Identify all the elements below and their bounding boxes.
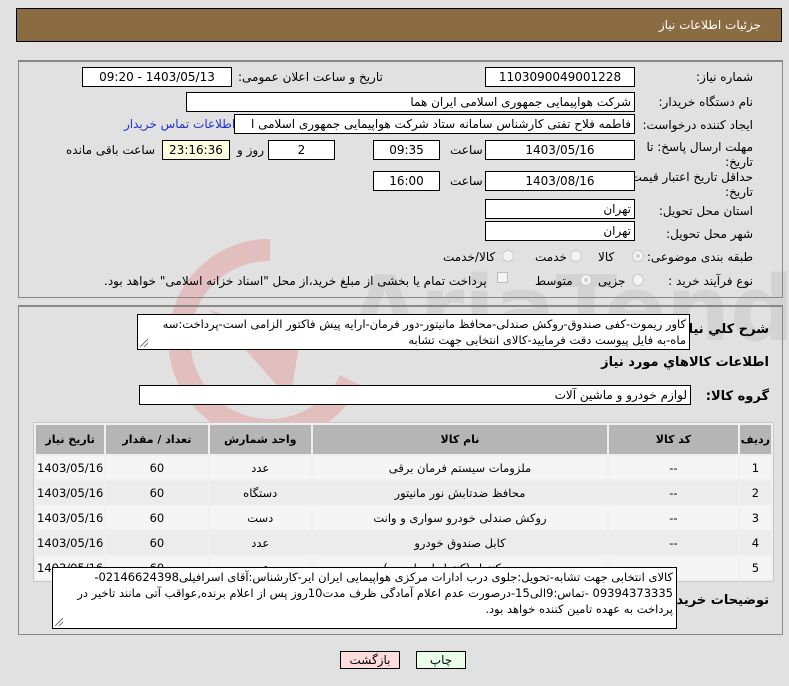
col-date: تاریخ نیاز (36, 425, 105, 454)
deadline-label: مهلت ارسال پاسخ: تا (646, 140, 753, 154)
process-option-minor: جزیی (598, 274, 626, 288)
items-table-wrap: ردیف کد کالا نام کالا واحد شمارش تعداد /… (33, 422, 774, 582)
validity-date-field: 1403/08/16 (485, 171, 635, 191)
deadline-time-field: 09:35 (373, 140, 440, 160)
days-remaining-field: 2 (268, 140, 335, 160)
buyer-org-label: نام دستگاه خریدار: (658, 95, 754, 109)
treasury-checkbox-label: پرداخت تمام یا بخشی از مبلغ خرید،از محل … (104, 274, 487, 288)
cell-row: 4 (739, 531, 771, 554)
table-row: 2 -- محافظ ضدتابش نور مانیتور دستگاه 60 1403/… (36, 481, 771, 504)
deadline-date-field: 1403/05/16 (485, 140, 635, 160)
category-option-service: خدمت (535, 250, 567, 264)
back-button[interactable]: بازگشت (340, 651, 400, 669)
process-radio-medium-visible[interactable] (580, 274, 592, 286)
cell-unit: دست (209, 506, 311, 529)
process-radio-minor[interactable] (632, 274, 644, 286)
cell-qty: 60 (106, 456, 208, 479)
description-text: کاور ریموت-کفی صندوق-روکش صندلی-محافظ ما… (162, 317, 686, 347)
col-name: نام کالا (312, 425, 608, 454)
cell-name: محافظ ضدتابش نور مانیتور (312, 481, 608, 504)
category-label: طبقه بندی موضوعی: (646, 250, 753, 264)
time-remaining-field: 23:16:36 (162, 140, 230, 160)
table-row: 4 -- کابل صندوق خودرو عدد 60 1403/05/16 (36, 531, 771, 554)
col-row: ردیف (739, 425, 771, 454)
description-textarea[interactable]: کاور ریموت-کفی صندوق-روکش صندلی-محافظ ما… (137, 314, 690, 350)
deadline-time-label: ساعت (450, 143, 483, 157)
cell-code: -- (609, 481, 738, 504)
city-field: تهران (485, 221, 635, 241)
treasury-checkbox[interactable] (497, 272, 508, 283)
cell-date: 1403/05/16 (36, 456, 105, 479)
buyer-contact-link[interactable]: اطلاعات تماس خریدار (124, 117, 235, 131)
city-label: شهر محل تحویل: (666, 227, 753, 241)
cell-unit: عدد (209, 531, 311, 554)
deadline-label-date: تاریخ: (725, 155, 753, 169)
buyer-notes-text: کالای انتخابی جهت تشابه-تحویل:جلوی درب ا… (77, 570, 673, 616)
page-title-bar: جزئیات اطلاعات نیاز (16, 8, 782, 42)
cell-code: -- (609, 506, 738, 529)
page-title: جزئیات اطلاعات نیاز (658, 18, 761, 32)
validity-time-field: 16:00 (373, 171, 440, 191)
buyer-notes-textarea[interactable]: کالای انتخابی جهت تشابه-تحویل:جلوی درب ا… (52, 567, 677, 629)
cell-name: ملزومات سیستم فرمان برقی (312, 456, 608, 479)
category-radio-goods-service[interactable] (502, 250, 514, 262)
cell-row: 2 (739, 481, 771, 504)
category-option-goods-service: کالا/خدمت (443, 250, 496, 264)
resize-grip-icon[interactable] (140, 339, 148, 347)
table-row: 1 -- ملزومات سیستم فرمان برقی عدد 60 1403/05/… (36, 456, 771, 479)
cell-date: 1403/05/16 (36, 506, 105, 529)
goods-group-field: لوازم خودرو و ماشین آلات (139, 385, 691, 405)
creator-field: فاطمه فلاح تفتی کارشناس سامانه ستاد شرکت… (234, 114, 635, 134)
process-option-medium: متوسط (535, 274, 573, 288)
need-number-label: شماره نیاز: (696, 70, 753, 84)
cell-unit: دستگاه (209, 481, 311, 504)
col-qty: تعداد / مقدار (106, 425, 208, 454)
validity-label-date: تاریخ: (725, 185, 753, 199)
cell-qty: 60 (106, 531, 208, 554)
cell-date: 1403/05/16 (36, 481, 105, 504)
resize-grip-icon[interactable] (55, 618, 63, 626)
col-unit: واحد شمارش (209, 425, 311, 454)
col-code: کد کالا (609, 425, 738, 454)
process-label: نوع فرآیند خرید : (668, 274, 753, 288)
validity-time-label: ساعت (450, 174, 483, 188)
category-radio-service[interactable] (570, 250, 582, 262)
print-button[interactable]: چاپ (416, 651, 466, 669)
days-label: روز و (237, 143, 264, 157)
goods-group-label: گروه کالا: (705, 389, 769, 404)
cell-code: -- (609, 531, 738, 554)
cell-qty: 60 (106, 506, 208, 529)
announce-field: 1403/05/13 - 09:20 (82, 67, 232, 87)
cell-unit: عدد (209, 456, 311, 479)
need-number-field: 1103090049001228 (485, 67, 635, 87)
category-radio-goods[interactable] (632, 250, 644, 262)
validity-label: حداقل تاریخ اعتبار قیمت: تا (615, 170, 753, 184)
cell-code: -- (609, 456, 738, 479)
items-table: ردیف کد کالا نام کالا واحد شمارش تعداد /… (34, 423, 773, 581)
items-table-header: ردیف کد کالا نام کالا واحد شمارش تعداد /… (36, 425, 771, 454)
province-label: استان محل تحویل: (658, 204, 753, 218)
cell-date: 1403/05/16 (36, 531, 105, 554)
cell-row: 5 (739, 556, 771, 579)
cell-row: 1 (739, 456, 771, 479)
cell-qty: 60 (106, 481, 208, 504)
creator-label: ایجاد کننده درخواست: (642, 118, 753, 132)
announce-label: تاریخ و ساعت اعلان عمومی: (238, 70, 383, 84)
category-option-goods: کالا (598, 250, 615, 264)
cell-name: روکش صندلی خودرو سواری و وانت (312, 506, 608, 529)
province-field: تهران (485, 199, 635, 219)
items-section-title: اطلاعات کالاهاي مورد نياز (601, 355, 769, 370)
cell-name: کابل صندوق خودرو (312, 531, 608, 554)
time-remaining-label: ساعت باقی مانده (66, 143, 156, 157)
buyer-org-field: شرکت هواپیمایی جمهوری اسلامی ایران هما (186, 92, 635, 112)
table-row: 3 -- روکش صندلی خودرو سواری و وانت دست 60 140… (36, 506, 771, 529)
cell-row: 3 (739, 506, 771, 529)
